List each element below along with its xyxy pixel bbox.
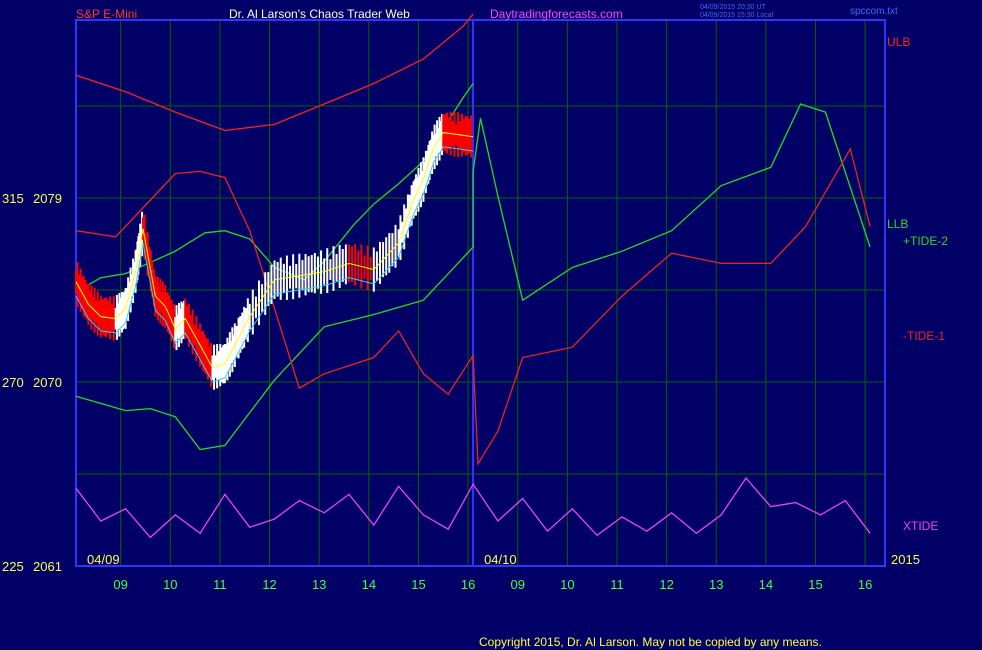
y-label-left: 225 <box>2 559 24 574</box>
legend--tide-1: -TIDE-1 <box>903 329 945 343</box>
time-ut-label: 04/09/2015 20:30 UT <box>700 4 766 11</box>
x-tick-label: 11 <box>610 577 624 592</box>
legend-ulb: ULB <box>887 35 910 49</box>
y-label-right: 2079 <box>33 191 62 206</box>
y-label-left: 315 <box>2 191 24 206</box>
x-tick-label: 16 <box>858 577 872 592</box>
x-tick-label: 10 <box>163 577 177 592</box>
x-tick-label: 13 <box>709 577 723 592</box>
x-tick-label: 09 <box>510 577 524 592</box>
year-label: 2015 <box>891 552 920 567</box>
legend--tide-2: +TIDE-2 <box>903 234 948 248</box>
x-tick-label: 12 <box>659 577 673 592</box>
x-tick-label: 10 <box>560 577 574 592</box>
chaos-trader-chart: 315 2079 270 2070 225 2061 09 10 11 12 13 14 15 16 09 1… <box>0 0 982 650</box>
date-label: 04/10 <box>484 552 517 567</box>
x-tick-label: 14 <box>362 577 376 592</box>
copyright-footer: Copyright 2015, Dr. Al Larson. May not b… <box>479 635 822 649</box>
time-local-label: 04/09/2015 15:30 Local <box>700 12 774 19</box>
filename-label: spccom.txt <box>850 6 898 17</box>
y-label-left: 270 <box>2 375 24 390</box>
symbol-label: S&P E-Mini <box>76 7 137 21</box>
x-tick-label: 16 <box>461 577 475 592</box>
x-tick-label: 12 <box>262 577 276 592</box>
y-label-right: 2070 <box>33 375 62 390</box>
site-link[interactable]: Daytradingforecasts.com <box>490 7 623 21</box>
date-label: 04/09 <box>87 552 120 567</box>
x-tick-label: 13 <box>312 577 326 592</box>
y-label-right: 2061 <box>33 559 62 574</box>
legend-xtide: XTIDE <box>903 519 938 533</box>
x-tick-label: 15 <box>411 577 425 592</box>
x-tick-label: 09 <box>113 577 127 592</box>
x-tick-label: 14 <box>759 577 773 592</box>
legend-llb: LLB <box>887 217 908 231</box>
page-title: Dr. Al Larson's Chaos Trader Web <box>229 7 410 21</box>
x-tick-label: 11 <box>213 577 227 592</box>
x-tick-label: 15 <box>808 577 822 592</box>
